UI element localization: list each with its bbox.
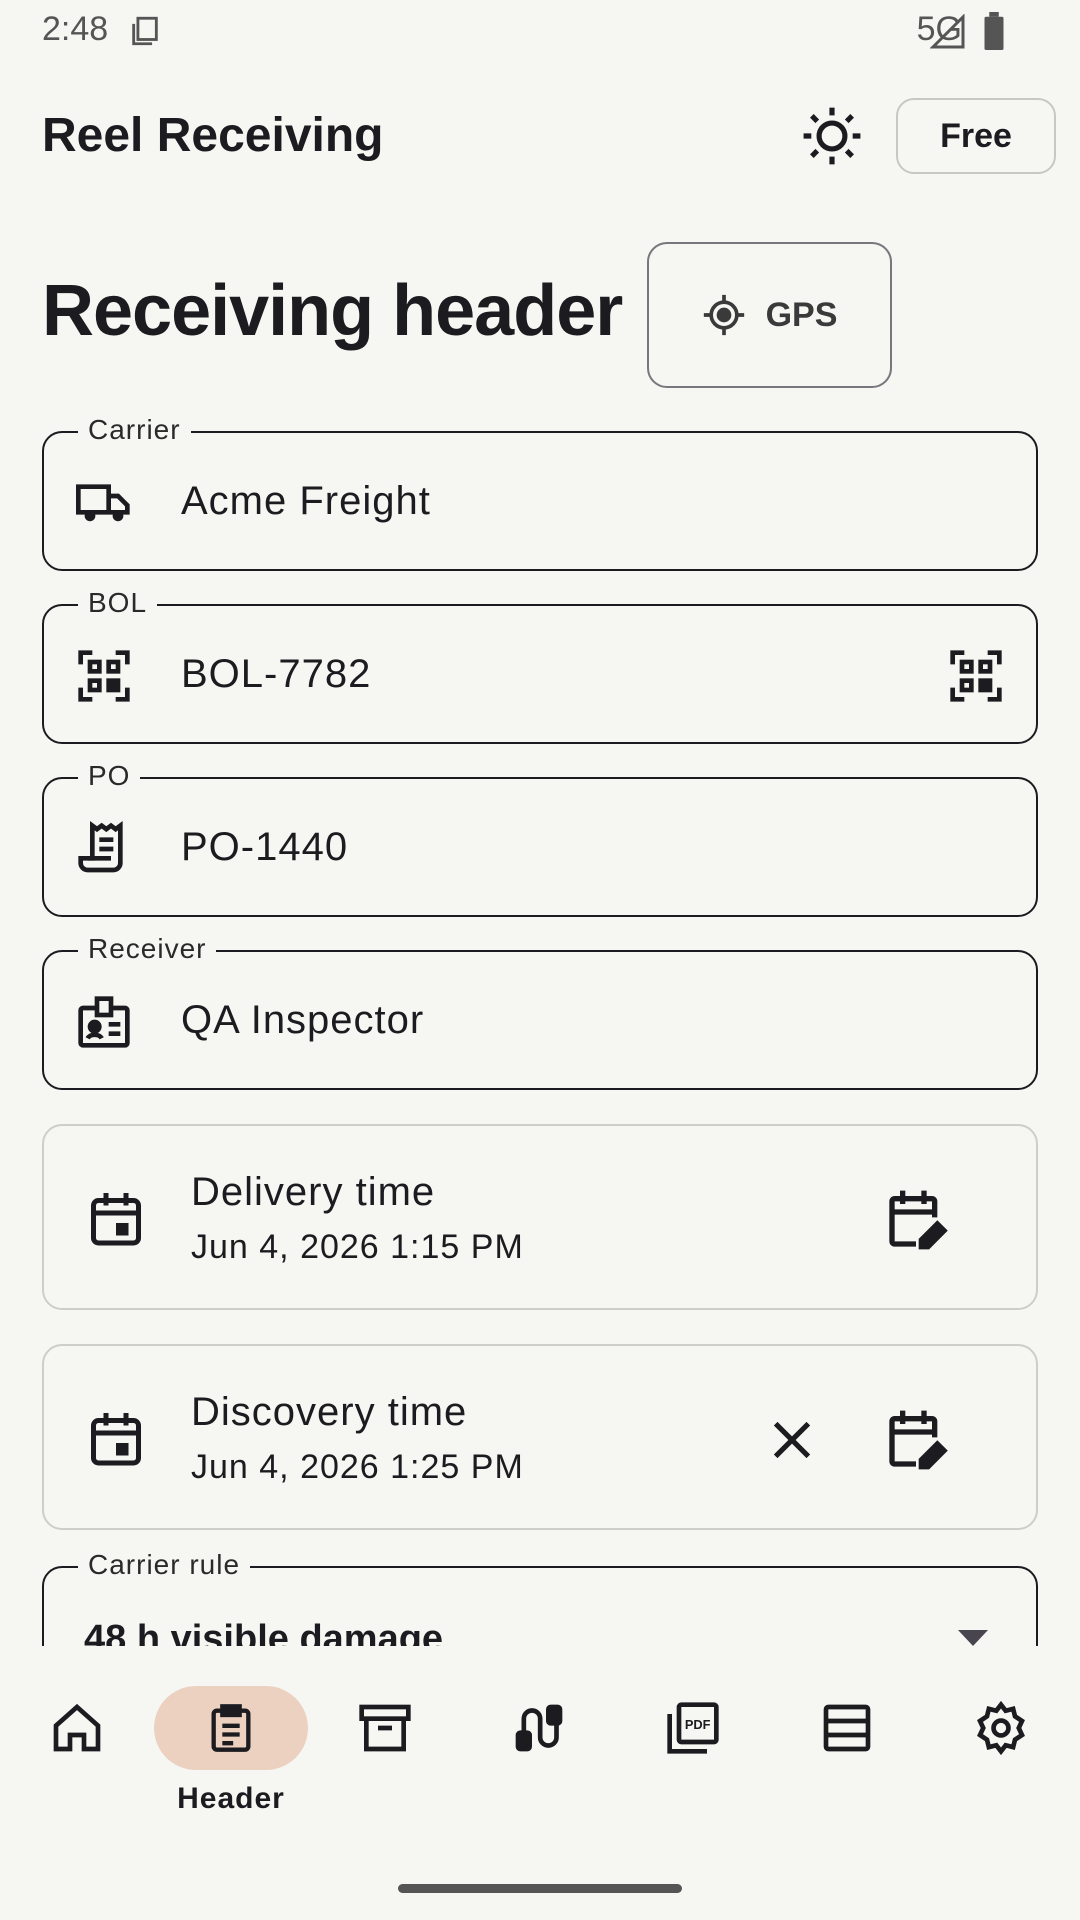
nav-settings[interactable] [924,1686,1078,1826]
status-bar: 2:48 5G [0,0,1080,60]
sun-icon [803,107,861,165]
app-title: Reel Receiving [42,109,384,162]
page-title: Receiving header [42,271,623,351]
bol-field[interactable]: BOL BOL-7782 [42,587,1038,744]
edit-calendar-icon[interactable] [884,1188,948,1252]
gps-button[interactable]: GPS [647,242,892,388]
edit-calendar-icon[interactable] [884,1408,948,1472]
bottom-navigation: Header PDF [0,1646,1080,1920]
dropdown-arrow-icon [958,1630,988,1646]
receiver-label: Receiver [78,933,217,965]
battery-icon [984,12,1004,50]
calendar-icon [91,1413,141,1466]
theme-toggle-button[interactable] [796,100,868,172]
bol-value: BOL-7782 [181,652,372,696]
badge-icon [78,996,130,1048]
home-indicator[interactable] [398,1884,682,1893]
nav-pdf[interactable]: PDF [616,1686,770,1826]
notification-copy-icon [132,16,158,46]
nav-list[interactable] [770,1686,924,1826]
nav-archive[interactable] [308,1686,462,1826]
receiver-value: QA Inspector [181,998,425,1042]
delivery-time-title: Delivery time [191,1170,436,1214]
qr-scan-icon[interactable] [948,648,1004,704]
receiver-field[interactable]: Receiver QA Inspector [42,933,1038,1090]
nav-header[interactable]: Header [154,1686,308,1826]
carrier-value: Acme Freight [181,479,431,523]
signal-icon [930,14,965,49]
list-icon [823,1704,871,1752]
delivery-time-card[interactable]: Delivery time Jun 4, 2026 1:15 PM [42,1124,1038,1310]
carrier-rule-label: Carrier rule [78,1549,251,1581]
clipboard-icon [211,1704,251,1752]
po-field[interactable]: PO PO-1440 [42,760,1038,917]
po-value: PO-1440 [181,825,349,869]
plan-button[interactable]: Free [896,98,1056,174]
carrier-label: Carrier [78,414,191,446]
gps-crosshair-icon [703,294,744,336]
bol-label: BOL [78,587,158,619]
po-label: PO [78,760,141,792]
pdf-icon: PDF [667,1702,719,1754]
status-time: 2:48 [42,10,109,48]
carrier-field[interactable]: Carrier Acme Freight [42,414,1038,571]
settings-icon [977,1700,1025,1756]
gps-label: GPS [765,295,838,334]
discovery-time-title: Discovery time [191,1390,468,1434]
discovery-time-value: Jun 4, 2026 1:25 PM [191,1448,524,1486]
receipt-icon [78,821,123,873]
qr-code-icon [78,650,130,702]
clear-icon[interactable] [764,1412,820,1468]
discovery-time-card[interactable]: Discovery time Jun 4, 2026 1:25 PM [42,1344,1038,1530]
truck-icon [76,484,130,522]
home-icon [53,1703,101,1752]
nav-home[interactable] [0,1686,154,1826]
nav-cable[interactable] [462,1686,616,1826]
svg-text:PDF: PDF [685,1717,711,1732]
delivery-time-value: Jun 4, 2026 1:15 PM [191,1228,524,1266]
cable-icon [515,1704,563,1752]
nav-header-label: Header [177,1782,285,1815]
archive-icon [359,1704,411,1752]
calendar-icon [91,1193,141,1246]
